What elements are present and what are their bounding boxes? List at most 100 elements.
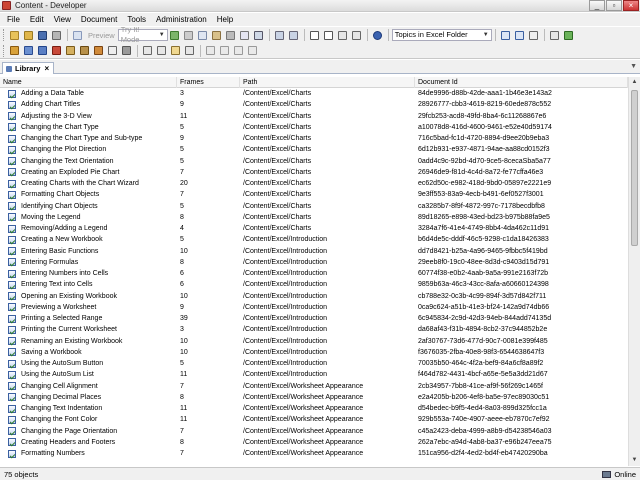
- menu-document[interactable]: Document: [76, 13, 122, 26]
- table-row[interactable]: Renaming an Existing Workbook 10/Content/…: [0, 336, 628, 347]
- find-icon[interactable]: [252, 29, 265, 42]
- folder-select[interactable]: Topics in Excel Folder ▼: [391, 29, 492, 41]
- table-row[interactable]: Changing the Chart Type and Sub-type 9/Co…: [0, 133, 628, 144]
- table-row[interactable]: Creating Charts with the Chart Wizard 20 /…: [0, 178, 628, 189]
- menu-view[interactable]: View: [49, 13, 76, 26]
- table-row[interactable]: Changing the Font Color 11/Content/Excel/…: [0, 414, 628, 425]
- close-button[interactable]: ×: [623, 0, 639, 11]
- section-icon[interactable]: [22, 44, 35, 57]
- table-row[interactable]: Changing Text Indentation 11/Content/Exce…: [0, 403, 628, 414]
- table-row[interactable]: Removing/Adding a Legend 4/Content/Excel/…: [0, 223, 628, 234]
- title-icon[interactable]: [106, 44, 119, 57]
- cut-icon[interactable]: [182, 29, 195, 42]
- topic-document-icon: [8, 157, 16, 166]
- column-document-id[interactable]: Document Id: [415, 77, 628, 88]
- table-row[interactable]: Changing the Text Orientation 5/Content/E…: [0, 156, 628, 167]
- table-row[interactable]: Entering Formulas 8/Content/Excel/Introdu…: [0, 257, 628, 268]
- table-row[interactable]: Changing Decimal Places 8/Content/Excel/W…: [0, 392, 628, 403]
- tab-scroll-icon[interactable]: ▼: [630, 63, 637, 70]
- save-icon[interactable]: [36, 29, 49, 42]
- delete-icon[interactable]: [224, 29, 237, 42]
- maximize-button[interactable]: ▫: [606, 0, 622, 11]
- outdent-icon[interactable]: [246, 44, 259, 57]
- table-row[interactable]: Adding a Data Table 3/Content/Excel/Chart…: [0, 88, 628, 99]
- table-row[interactable]: Printing the Current Worksheet 3/Content/…: [0, 324, 628, 335]
- table-row[interactable]: Opening an Existing Workbook 10/Content/E…: [0, 291, 628, 302]
- row-frames: 3: [180, 90, 184, 97]
- menu-help[interactable]: Help: [212, 13, 238, 26]
- publish-icon[interactable]: [168, 29, 181, 42]
- module-icon[interactable]: [8, 44, 21, 57]
- table-row[interactable]: Entering Numbers into Cells 6/Content/Exc…: [0, 268, 628, 279]
- table-row[interactable]: Previewing a Worksheet 9/Content/Excel/In…: [0, 302, 628, 313]
- image-icon[interactable]: [169, 44, 182, 57]
- scroll-thumb[interactable]: [631, 90, 638, 246]
- table-row[interactable]: Using the AutoSum List 11/Content/Excel/I…: [0, 369, 628, 380]
- table-row[interactable]: Creating a New Workbook 5/Content/Excel/I…: [0, 234, 628, 245]
- table-row[interactable]: Entering Text into Cells 6/Content/Excel/…: [0, 279, 628, 290]
- column-name[interactable]: Name: [0, 77, 177, 88]
- vertical-scrollbar[interactable]: ▲ ▼: [628, 77, 640, 466]
- role-icon[interactable]: [92, 44, 105, 57]
- collapse-icon[interactable]: [322, 29, 335, 42]
- web-page-icon[interactable]: [50, 44, 63, 57]
- align-icon[interactable]: [183, 44, 196, 57]
- menu-file[interactable]: File: [2, 13, 25, 26]
- table-row[interactable]: Adjusting the 3-D View 11/Content/Excel/C…: [0, 111, 628, 122]
- column-path[interactable]: Path: [240, 77, 415, 88]
- scroll-up-icon[interactable]: ▲: [629, 77, 640, 88]
- minimize-button[interactable]: _: [589, 0, 605, 11]
- copy-icon[interactable]: [196, 29, 209, 42]
- table-row[interactable]: Changing the Chart Type 5/Content/Excel/C…: [0, 122, 628, 133]
- numbered-list-icon[interactable]: [350, 29, 363, 42]
- list-view-icon[interactable]: [527, 29, 540, 42]
- print-icon[interactable]: [50, 29, 63, 42]
- table-row[interactable]: Formatting Chart Objects 7/Content/Excel/…: [0, 189, 628, 200]
- move-up-icon[interactable]: [204, 44, 217, 57]
- attachment-icon[interactable]: [155, 44, 168, 57]
- grid-icon[interactable]: [548, 29, 561, 42]
- table-row[interactable]: Changing Cell Alignment 7/Content/Excel/W…: [0, 381, 628, 392]
- move-down-icon[interactable]: [218, 44, 231, 57]
- outline-view-icon[interactable]: [513, 29, 526, 42]
- help-icon[interactable]: [371, 29, 384, 42]
- table-row[interactable]: Printing a Selected Range 39/Content/Exce…: [0, 313, 628, 324]
- expand-icon[interactable]: [308, 29, 321, 42]
- tab-library[interactable]: Library ×: [2, 62, 54, 74]
- undo-icon[interactable]: [273, 29, 286, 42]
- menu-administration[interactable]: Administration: [151, 13, 212, 26]
- redo-icon[interactable]: [287, 29, 300, 42]
- scroll-down-icon[interactable]: ▼: [629, 455, 640, 466]
- mode-select[interactable]: Try It! Mode ▼: [117, 25, 168, 44]
- preview-button[interactable]: Preview: [85, 29, 118, 42]
- table-row[interactable]: Entering Basic Functions 10/Content/Excel…: [0, 246, 628, 257]
- row-document-id: 60774f38-e0b2-4aab-9a5a-991e2163f72b: [418, 270, 549, 277]
- column-frames[interactable]: Frames: [177, 77, 240, 88]
- table-row[interactable]: Creating Headers and Footers 8/Content/Ex…: [0, 437, 628, 448]
- preview-icon[interactable]: [71, 29, 84, 42]
- refresh-icon[interactable]: [562, 29, 575, 42]
- table-row[interactable]: Saving a Workbook 10/Content/Excel/Introd…: [0, 347, 628, 358]
- table-row[interactable]: Using the AutoSum Button 5/Content/Excel/…: [0, 358, 628, 369]
- bullet-list-icon[interactable]: [336, 29, 349, 42]
- table-row[interactable]: Changing the Plot Direction 5/Content/Exc…: [0, 144, 628, 155]
- menu-edit[interactable]: Edit: [25, 13, 49, 26]
- table-row[interactable]: Changing the Page Orientation 7/Content/E…: [0, 426, 628, 437]
- open-icon[interactable]: [22, 29, 35, 42]
- table-row[interactable]: Formatting Numbers 7/Content/Excel/Worksh…: [0, 448, 628, 459]
- paste-icon[interactable]: [210, 29, 223, 42]
- table-row[interactable]: Adding Chart Titles 9/Content/Excel/Chart…: [0, 99, 628, 110]
- package-icon[interactable]: [64, 44, 77, 57]
- table-row[interactable]: Creating an Exploded Pie Chart 7/Content/…: [0, 167, 628, 178]
- properties-icon[interactable]: [238, 29, 251, 42]
- link-icon[interactable]: [141, 44, 154, 57]
- new-folder-icon[interactable]: [8, 29, 21, 42]
- details-view-icon[interactable]: [499, 29, 512, 42]
- table-row[interactable]: Moving the Legend 8/Content/Excel/Charts 8…: [0, 212, 628, 223]
- indent-icon[interactable]: [232, 44, 245, 57]
- table-row[interactable]: Identifying Chart Objects 5/Content/Excel…: [0, 201, 628, 212]
- close-tab-icon[interactable]: ×: [44, 64, 49, 73]
- topic-icon[interactable]: [36, 44, 49, 57]
- glossary-icon[interactable]: [78, 44, 91, 57]
- tools-icon[interactable]: [120, 44, 133, 57]
